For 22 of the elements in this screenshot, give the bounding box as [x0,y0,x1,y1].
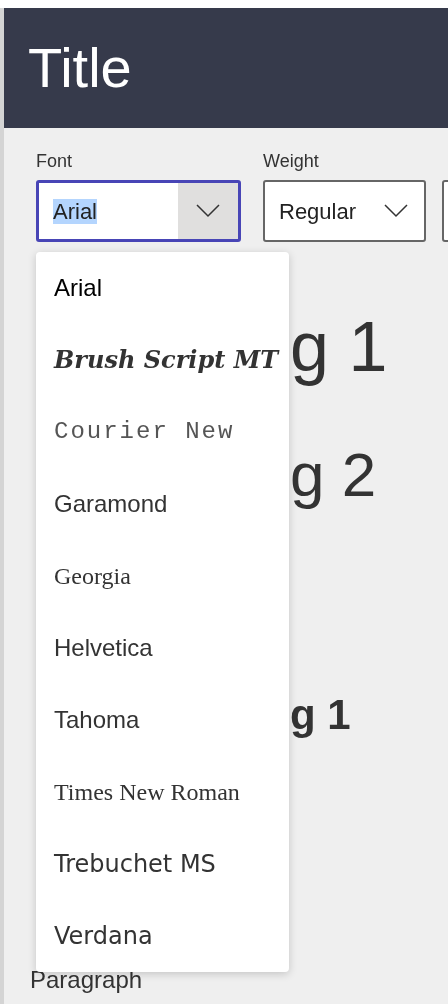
dropdown[interactable]: Regular [263,180,426,242]
menu-option[interactable]: Verdana [54,918,153,954]
heading-text: g 2 [290,440,377,509]
field-label: Font [36,150,74,168]
chevron-down-icon [384,204,408,218]
menu-option[interactable]: Courier New [54,414,235,450]
menu-option[interactable]: Garamond [54,486,168,522]
dropdown-value: Arial [53,198,97,224]
menu-option[interactable]: Brush Script MT [54,342,279,378]
menu-option[interactable]: Helvetica [54,630,153,666]
dropdown-value: Regular [279,198,357,224]
menu-option[interactable]: Arial [54,270,102,306]
menu-option[interactable]: Tahoma [54,702,140,738]
chevron-down-icon [196,204,220,218]
heading-text: g 1 [290,308,388,386]
dropdown[interactable]: Arial [36,180,241,242]
menu-option[interactable]: Trebuchet MS [54,846,216,882]
menu-option[interactable]: Georgia [54,558,131,594]
page-title: Title [28,35,132,101]
heading-text: g 1 [290,691,351,738]
paragraph-text: Paragraph [30,966,143,993]
menu-option[interactable]: Times New Roman [54,774,240,810]
